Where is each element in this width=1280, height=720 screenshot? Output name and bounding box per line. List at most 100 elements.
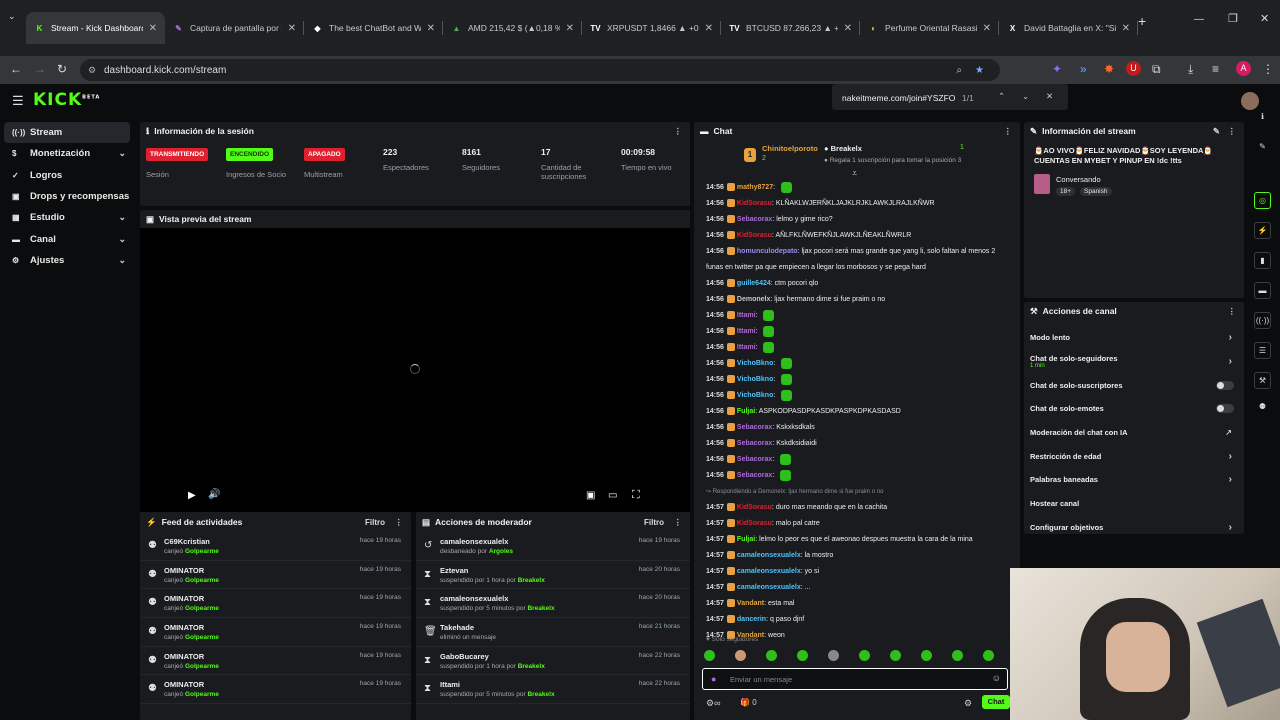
mod-action-user[interactable]: camaleonsexualelx: [440, 537, 508, 546]
emote-icon[interactable]: [921, 650, 932, 661]
tab-close-icon[interactable]: ✕: [1122, 23, 1130, 34]
chat-message[interactable]: 14:56 VichoBkno:: [694, 356, 1020, 372]
browser-tab[interactable]: ✎ Captura de pantalla por L ✕: [165, 12, 304, 44]
sidebar-item-ajustes[interactable]: ⚙ Ajustes ⌄: [0, 250, 136, 271]
chat-input[interactable]: ● Enviar un mensaje ☺: [702, 668, 1008, 690]
chat-username[interactable]: Sebacorax: [737, 424, 772, 431]
session-menu-icon[interactable]: ⋮: [674, 126, 683, 137]
channel-action-palabras-baneadas[interactable]: Palabras baneadas ›: [1024, 468, 1244, 492]
find-prev-icon[interactable]: ⌃: [998, 91, 1005, 102]
chat-message[interactable]: 14:56 Sebacorax: lelmo y gime rico?: [694, 212, 1020, 228]
chat-message[interactable]: 14:57 camaleonsexualelx: ...: [694, 580, 1020, 596]
stream-preview-player[interactable]: ▶ 🔊 ▣ ▭ ⛶: [140, 228, 690, 512]
chat-username[interactable]: Demonelx: [737, 296, 770, 303]
chat-message[interactable]: 14:56 Sebacorax: Kskdksidiaidi: [694, 436, 1020, 452]
url-bar[interactable]: ⚙ dashboard.kick.com/stream ★ ⌕: [80, 59, 1000, 81]
feed-item[interactable]: ⚉ OMINATOR canjeó Golpearme hace 19 horas: [140, 675, 411, 705]
chat-message[interactable]: 14:56 Demonelx: ljax hermano dime si fue …: [694, 292, 1020, 308]
chat-username[interactable]: Ittami: [737, 312, 756, 319]
feed-item[interactable]: ⚉ OMINATOR canjeó Golpearme hace 19 horas: [140, 561, 411, 590]
mod-action-user[interactable]: Eztevan: [440, 566, 468, 575]
bookmark-star-icon[interactable]: ★: [975, 65, 984, 76]
chat-username[interactable]: Sebacorax: [737, 456, 772, 463]
mod-menu-icon[interactable]: ⋮: [674, 517, 683, 528]
chat-message[interactable]: 14:57 KidSorasu: duro mas meando que en l…: [694, 500, 1020, 516]
emote-icon[interactable]: [735, 650, 746, 661]
chat-message[interactable]: 14:56 KidSorasu: AÑLFKLÑWEFKÑJLAWKJLÑEAKL…: [694, 228, 1020, 244]
mod-action-item[interactable]: ↺ camaleonsexualelx desbaneado por Argoles…: [416, 532, 690, 561]
chat-username[interactable]: homunculodepato: [737, 248, 798, 255]
minimize-button[interactable]: —: [1194, 14, 1204, 25]
channel-action-restricci-n-de-edad[interactable]: Restricción de edad ›: [1024, 444, 1244, 468]
emote-icon[interactable]: [766, 650, 777, 661]
channel-action-moderaci-n-del-chat-con-ia[interactable]: Moderación del chat con IA ↗: [1024, 421, 1244, 445]
chat-username[interactable]: Vandant: [737, 600, 764, 607]
rail-broadcast-icon[interactable]: ((·)): [1254, 312, 1271, 329]
channel-action-chat-de-solo-seguidores[interactable]: Chat de solo-seguidores 1 min ›: [1024, 350, 1244, 374]
chat-message[interactable]: ↪ Respondiendo a Demonelx: ljax hermano …: [694, 484, 1020, 500]
mod-action-item[interactable]: ⧗ Eztevan suspendido por 1 hora por Breake…: [416, 561, 690, 590]
chat-message[interactable]: 14:56 Ittami:: [694, 308, 1020, 324]
reload-icon[interactable]: ↻: [57, 62, 67, 76]
extension-icon[interactable]: »: [1080, 62, 1087, 76]
sidebar-item-logros[interactable]: ✓ Logros: [0, 165, 136, 186]
toggle-switch[interactable]: [1216, 404, 1234, 414]
rail-list-icon[interactable]: ☰: [1254, 342, 1271, 359]
chat-username[interactable]: camaleonsexualelx: [737, 584, 801, 591]
chat-message[interactable]: 14:56 Sebacorax: Kskxksdkals: [694, 420, 1020, 436]
tab-close-icon[interactable]: ✕: [705, 23, 713, 34]
category-name[interactable]: Conversando: [1056, 175, 1101, 184]
feed-item[interactable]: ⚉ OMINATOR canjeó Golpearme hace 19 horas: [140, 618, 411, 647]
download-icon[interactable]: ⤓: [1188, 62, 1193, 77]
tab-close-icon[interactable]: ✕: [844, 23, 852, 34]
tab-close-icon[interactable]: ✕: [566, 23, 574, 34]
zoom-icon[interactable]: ⌕: [956, 65, 962, 76]
new-tab-button[interactable]: +: [1138, 13, 1146, 29]
chat-message[interactable]: 14:56 VichoBkno:: [694, 388, 1020, 404]
chat-username[interactable]: camaleonsexualelx: [737, 568, 801, 575]
chat-username[interactable]: guille6424: [737, 280, 771, 287]
rail-wrench-icon[interactable]: ⚒: [1254, 372, 1271, 389]
chat-message[interactable]: 14:56 mathy8727:: [694, 180, 1020, 196]
channel-action-chat-de-solo-suscriptores[interactable]: Chat de solo-suscriptores: [1024, 373, 1244, 397]
chat-username[interactable]: mathy8727: [737, 184, 773, 191]
feed-user[interactable]: OMINATOR: [164, 680, 204, 689]
channel-action-hostear-canal[interactable]: Hostear canal: [1024, 492, 1244, 516]
chat-message[interactable]: 14:56 Ittami:: [694, 324, 1020, 340]
browser-tab[interactable]: K Stream - Kick Dashboard ✕: [26, 12, 165, 44]
play-icon[interactable]: ▶: [188, 490, 196, 501]
mod-action-user[interactable]: GaboBucarey: [440, 652, 489, 661]
sidebar-item-estudio[interactable]: ▦ Estudio ⌄: [0, 207, 136, 228]
chat-username[interactable]: VichoBkno: [737, 392, 773, 399]
volume-icon[interactable]: 🔊: [208, 489, 220, 500]
extension-icon[interactable]: ✸: [1104, 62, 1114, 76]
gift-settings-icon[interactable]: ⚙∞: [706, 698, 720, 709]
chat-username[interactable]: KidSorasu: [737, 200, 772, 207]
mod-filter-button[interactable]: Filtro: [644, 518, 664, 527]
profile-avatar[interactable]: A: [1236, 61, 1251, 76]
chat-message[interactable]: 14:57 camaleonsexualelx: la mostro: [694, 548, 1020, 564]
sidebar-item-drops[interactable]: ▣ Drops y recompensas: [0, 186, 136, 207]
feed-user[interactable]: OMINATOR: [164, 652, 204, 661]
leaderboard-user-1[interactable]: Chinitoelporoto: [762, 144, 818, 153]
leaderboard-user-2[interactable]: ● Breakelx: [824, 144, 862, 153]
feed-filter-button[interactable]: Filtro: [365, 518, 385, 527]
channel-action-modo-lento[interactable]: Modo lento ›: [1024, 326, 1244, 350]
tab-close-icon[interactable]: ✕: [149, 23, 157, 34]
extensions-puzzle-icon[interactable]: ⧉: [1152, 62, 1161, 77]
emote-icon[interactable]: [983, 650, 994, 661]
collapse-icon[interactable]: ⩡: [852, 168, 857, 179]
chat-message[interactable]: 14:57 camaleonsexualelx: yo si: [694, 564, 1020, 580]
ublock-icon[interactable]: U: [1126, 61, 1141, 76]
sidebar-item-monetización[interactable]: $ Monetización ⌄: [0, 143, 136, 164]
find-query[interactable]: nakeitmeme.com/join#YSZFO: [842, 93, 955, 103]
chat-message[interactable]: 14:57 Vandant: esta mal: [694, 596, 1020, 612]
chat-menu-icon[interactable]: ⋮: [1004, 126, 1013, 137]
mod-action-item[interactable]: 🗑 Takehade eliminó un mensaje hace 21 hora…: [416, 618, 690, 647]
gift-icon[interactable]: 🎁 0: [740, 698, 757, 707]
chat-message[interactable]: 14:57 KidSorasu: malo pal catre: [694, 516, 1020, 532]
rail-widget-icon[interactable]: ◎: [1254, 192, 1271, 209]
browser-tab[interactable]: ◆ The best ChatBot and Wi ✕: [304, 12, 443, 44]
tab-close-icon[interactable]: ✕: [983, 23, 991, 34]
mod-action-item[interactable]: ⧗ Ittami suspendido por 5 minutos por Brea…: [416, 675, 690, 705]
